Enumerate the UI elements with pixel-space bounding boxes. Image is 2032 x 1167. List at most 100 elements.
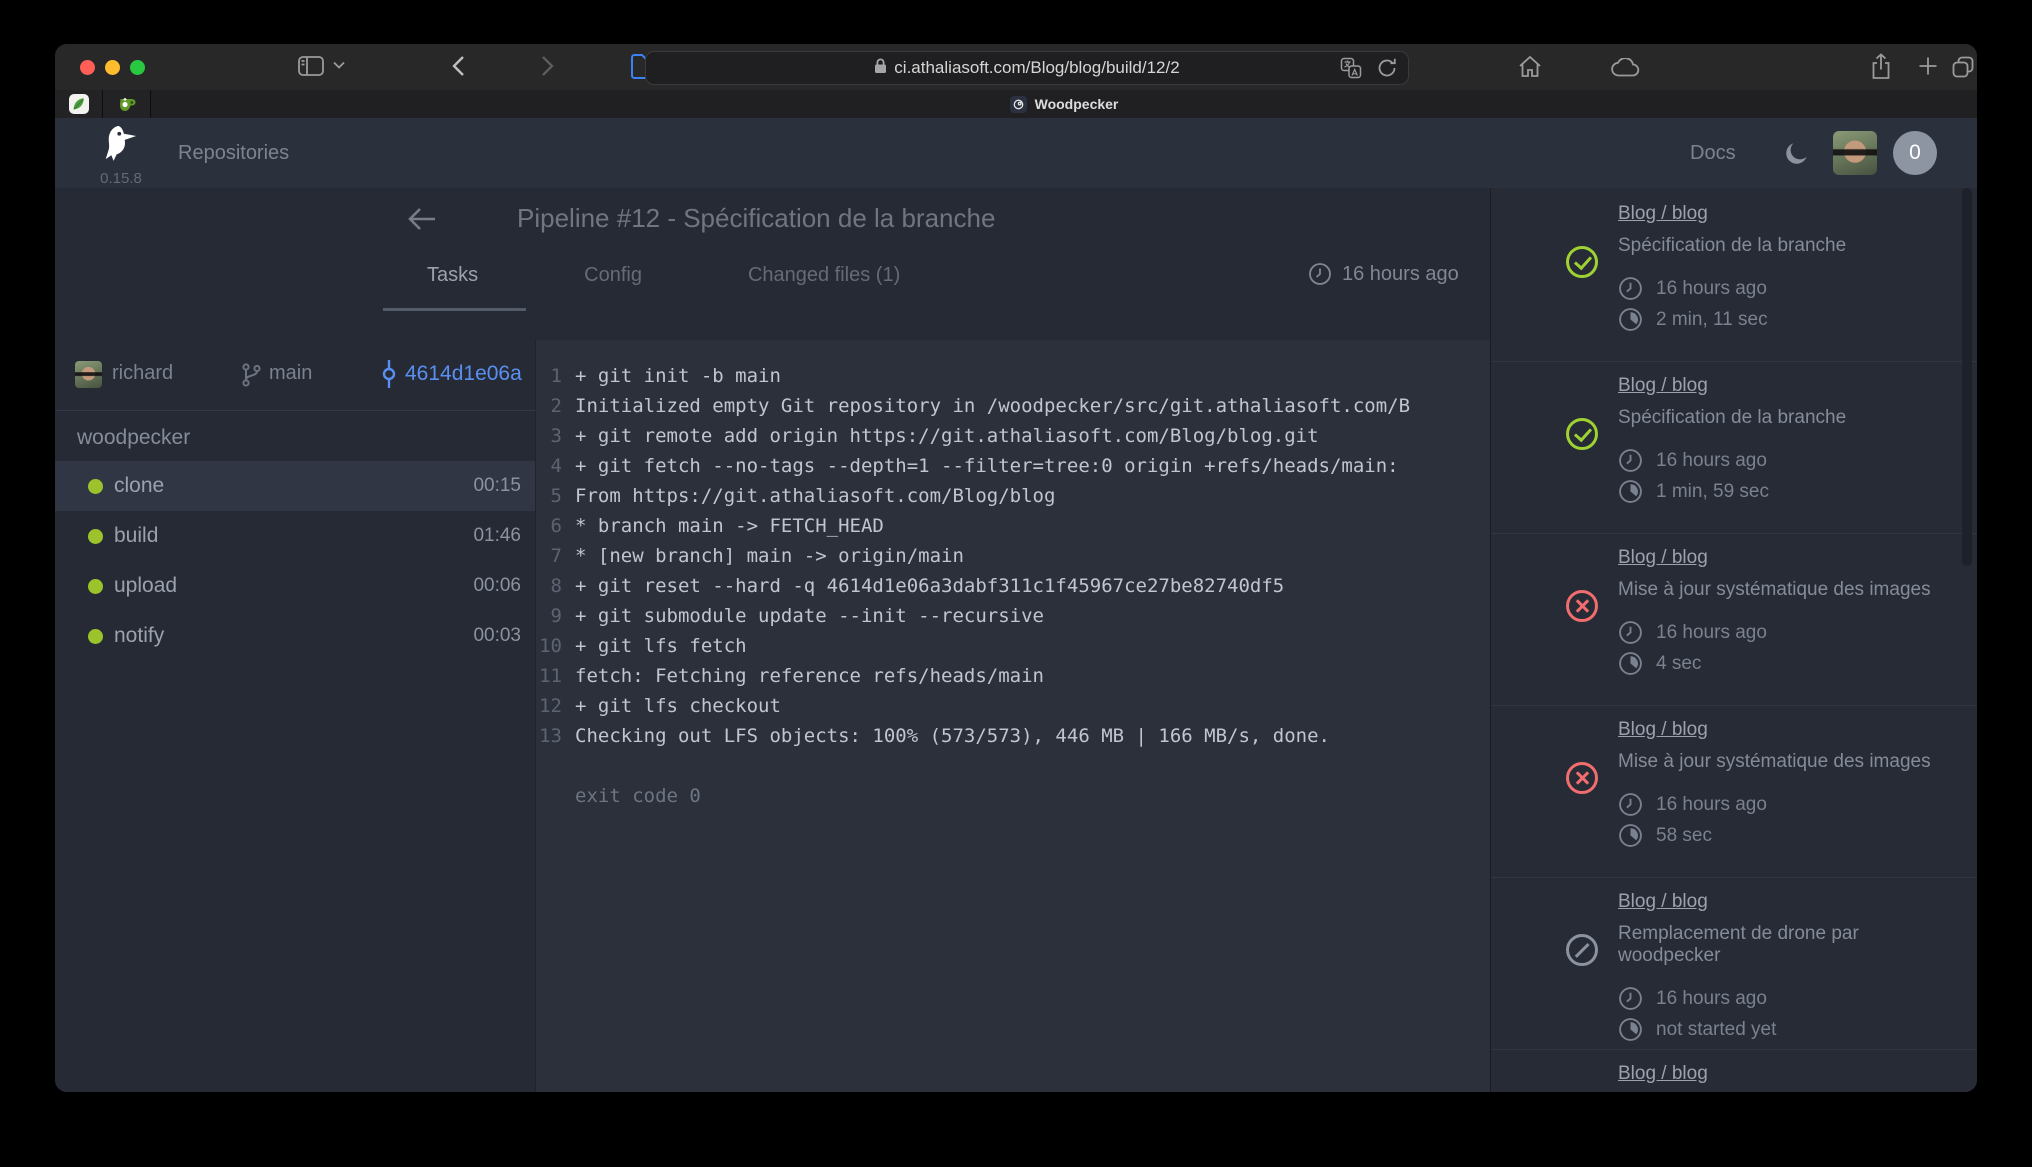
slash-glyph <box>1575 943 1589 957</box>
pipeline-tab[interactable]: Config <box>584 264 642 311</box>
check-glyph <box>1574 252 1592 271</box>
pipeline-entry[interactable]: Blog / blog Mise à jour systématique des… <box>1491 534 1977 706</box>
notification-badge[interactable]: 0 <box>1893 131 1937 175</box>
log-line-text: * [new branch] main -> origin/main <box>575 541 964 571</box>
reload-icon[interactable] <box>1376 57 1398 84</box>
active-tab-title: Woodpecker <box>1035 96 1119 112</box>
commit-message: Mise à jour systématique des images <box>1618 579 1958 601</box>
dark-mode-toggle-icon[interactable] <box>1783 140 1810 172</box>
log-line: 7 * [new branch] main -> origin/main <box>536 541 1490 571</box>
step-name: build <box>114 524 158 548</box>
pipeline-entry[interactable]: Blog / blog Spécification de la branche … <box>1491 190 1977 362</box>
app-header: 0.15.8 Repositories Docs 0 <box>55 118 1977 188</box>
log-line-text: + git reset --hard -q 4614d1e06a3dabf311… <box>575 571 1284 601</box>
step-row[interactable]: build 01:46 <box>55 511 535 561</box>
pipeline-status-icon <box>1566 934 1598 966</box>
pipeline-status-icon <box>1566 590 1598 622</box>
step-row[interactable]: upload 00:06 <box>55 561 535 611</box>
address-bar[interactable]: ci.athaliasoft.com/Blog/blog/build/12/2 <box>645 51 1409 85</box>
clock-icon <box>1618 276 1643 301</box>
translate-icon[interactable] <box>1340 57 1362 84</box>
pipeline-tabs: Tasks Config Changed files (1) <box>427 264 900 311</box>
build-info-pane: richard main 4614d1e06a woodpecker <box>55 340 535 1092</box>
log-line-text: + git fetch --no-tags --depth=1 --filter… <box>575 451 1399 481</box>
x-glyph <box>1576 599 1589 612</box>
repo-link[interactable]: Blog / blog <box>1618 375 1708 397</box>
active-tab[interactable]: Woodpecker <box>151 90 1977 118</box>
tab-overview-icon[interactable] <box>1951 55 1975 79</box>
pipeline-list: Blog / blog Spécification de la branche … <box>1491 190 1977 1092</box>
log-line-text: Checking out LFS objects: 100% (573/573)… <box>575 721 1330 751</box>
pipeline-duration-row: 2 min, 11 sec <box>1618 304 1958 335</box>
woodpecker-favicon <box>1010 96 1027 113</box>
log-line-number: 12 <box>536 691 562 721</box>
minimize-window-button[interactable] <box>105 60 120 75</box>
browser-toolbar: ci.athaliasoft.com/Blog/blog/build/12/2 <box>55 44 1977 90</box>
nav-repositories[interactable]: Repositories <box>178 118 289 188</box>
log-line-number: 13 <box>536 721 562 751</box>
woodpecker-logo[interactable]: 0.15.8 <box>93 124 149 187</box>
pipeline-time-row: 16 hours ago <box>1618 983 1958 1014</box>
home-icon[interactable] <box>1518 55 1542 78</box>
pinned-tab-gitea[interactable] <box>103 90 151 118</box>
clock-icon <box>1308 262 1332 286</box>
close-window-button[interactable] <box>80 60 95 75</box>
log-line: 6 * branch main -> FETCH_HEAD <box>536 511 1490 541</box>
back-arrow-icon[interactable] <box>405 204 439 239</box>
icloud-tabs-icon[interactable] <box>1611 58 1641 77</box>
chevron-down-icon[interactable] <box>333 61 345 69</box>
log-line: 2 Initialized empty Git repository in /w… <box>536 391 1490 421</box>
nav-docs[interactable]: Docs <box>1690 118 1736 188</box>
step-row[interactable]: notify 00:03 <box>55 611 535 661</box>
commit-message: Mise à jour systématique des images <box>1618 751 1958 773</box>
step-status-dot <box>88 629 103 644</box>
log-line-number: 11 <box>536 661 562 691</box>
pipeline-main: Pipeline #12 - Spécification de la branc… <box>55 188 1490 1092</box>
commit-hash-link[interactable]: 4614d1e06a <box>405 362 522 386</box>
pipeline-duration-row: 4 sec <box>1618 648 1958 679</box>
pipeline-time-row: 16 hours ago <box>1618 789 1958 820</box>
pinned-tab-leaf[interactable] <box>55 90 103 118</box>
back-icon[interactable] <box>451 55 465 77</box>
pipeline-status-icon <box>1566 246 1598 278</box>
pipeline-entry[interactable]: Blog / blog Remplacement de drone par wo… <box>1491 878 1977 1050</box>
share-icon[interactable] <box>1870 53 1892 80</box>
step-duration: 01:46 <box>473 525 521 547</box>
log-line-number: 10 <box>536 631 562 661</box>
author-name: richard <box>112 362 173 385</box>
pipeline-time-row: 16 hours ago <box>1618 273 1958 304</box>
branch-name: main <box>269 362 312 385</box>
pipeline-entry[interactable]: Blog / blog Spécification de la branche … <box>1491 362 1977 534</box>
scrollbar-thumb[interactable] <box>1962 188 1972 566</box>
sidebar-toggle-icon[interactable] <box>298 55 324 77</box>
step-name: upload <box>114 574 177 598</box>
log-line-text: + git remote add origin https://git.atha… <box>575 421 1319 451</box>
log-line-number: 3 <box>536 421 562 451</box>
log-line: 5 From https://git.athaliasoft.com/Blog/… <box>536 481 1490 511</box>
pipeline-entry[interactable]: Blog / blog Mise à jour systématique des… <box>1491 706 1977 878</box>
pipeline-entry[interactable]: Blog / blog Remplacement de drone par wo… <box>1491 1050 1977 1092</box>
new-tab-icon[interactable] <box>1917 55 1939 77</box>
repo-link[interactable]: Blog / blog <box>1618 891 1708 913</box>
user-avatar[interactable] <box>1833 131 1877 175</box>
log-line-number: 4 <box>536 451 562 481</box>
pipeline-tab[interactable]: Changed files (1) <box>748 264 900 311</box>
repo-link[interactable]: Blog / blog <box>1618 1063 1708 1085</box>
clock-icon <box>1618 792 1643 817</box>
step-row[interactable]: clone 00:15 <box>55 461 535 511</box>
clock-icon <box>1618 620 1643 645</box>
log-line: 9 + git submodule update --init --recurs… <box>536 601 1490 631</box>
pipeline-time: 16 hours ago <box>1308 262 1459 286</box>
log-line-number: 2 <box>536 391 562 421</box>
repo-link[interactable]: Blog / blog <box>1618 547 1708 569</box>
log-line: 13 Checking out LFS objects: 100% (573/5… <box>536 721 1490 751</box>
log-line-number: 7 <box>536 541 562 571</box>
pipeline-tab[interactable]: Tasks <box>427 264 478 311</box>
repo-link[interactable]: Blog / blog <box>1618 719 1708 741</box>
zoom-window-button[interactable] <box>130 60 145 75</box>
repo-link[interactable]: Blog / blog <box>1618 203 1708 225</box>
forward-icon[interactable] <box>541 55 555 77</box>
duration-icon <box>1618 651 1643 676</box>
commit-info-row: richard main 4614d1e06a <box>55 340 535 411</box>
log-console[interactable]: 1 + git init -b main 2 Initialized empty… <box>535 340 1490 1092</box>
